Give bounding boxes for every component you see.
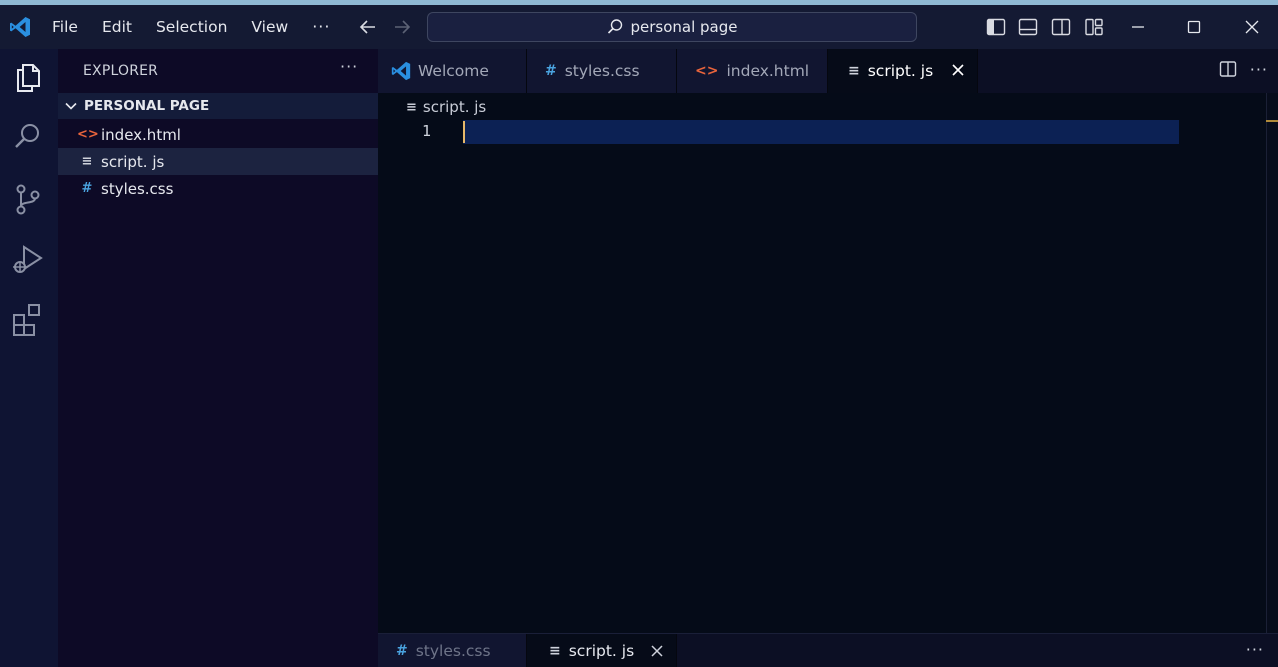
toggle-primary-sidebar-icon[interactable] xyxy=(984,15,1008,39)
file-label: index.html xyxy=(101,125,181,144)
command-center-search[interactable]: personal page xyxy=(427,12,917,42)
file-item-styles-css[interactable]: # styles.css xyxy=(58,175,378,202)
menu-more-button[interactable]: ··· xyxy=(300,5,342,49)
explorer-more-button[interactable]: ··· xyxy=(340,57,358,76)
folder-label: PERSONAL PAGE xyxy=(84,98,210,114)
customize-layout-icon[interactable] xyxy=(1082,15,1106,39)
tab-label: styles.css xyxy=(415,642,491,660)
explorer-icon[interactable] xyxy=(10,59,46,95)
tab-label: styles.css xyxy=(564,62,640,80)
maximize-icon[interactable] xyxy=(1182,15,1206,39)
text-file-icon: ≡ xyxy=(848,63,860,79)
current-line-highlight xyxy=(463,120,1179,144)
editor-actions: ··· xyxy=(1218,59,1268,79)
breadcrumb: ≡ script. js xyxy=(406,98,486,116)
search-icon xyxy=(608,19,623,34)
menu-file[interactable]: File xyxy=(40,5,90,49)
forward-arrow-icon[interactable] xyxy=(390,15,414,39)
line-number: 1 xyxy=(422,122,432,140)
back-arrow-icon[interactable] xyxy=(356,15,380,39)
extensions-icon[interactable] xyxy=(10,301,46,337)
scrollbar[interactable] xyxy=(1266,93,1278,633)
file-label: script. js xyxy=(101,152,165,171)
text-file-icon: ≡ xyxy=(81,154,93,169)
html-file-icon: <> xyxy=(77,127,99,142)
breadcrumb-file[interactable]: script. js xyxy=(423,98,486,116)
toggle-secondary-sidebar-icon[interactable] xyxy=(1049,15,1073,39)
tab-index-html[interactable]: <> index.html xyxy=(677,49,828,93)
tab-label: script. js xyxy=(867,62,934,80)
menu-selection[interactable]: Selection xyxy=(144,5,239,49)
css-file-icon: # xyxy=(81,181,93,196)
file-item-index-html[interactable]: <> index.html xyxy=(58,121,378,148)
text-cursor xyxy=(463,121,465,143)
tab-label: script. js xyxy=(568,642,635,660)
split-editor-icon[interactable] xyxy=(1218,59,1238,79)
explorer-title: EXPLORER xyxy=(83,63,159,79)
toggle-panel-icon[interactable] xyxy=(1016,15,1040,39)
run-debug-icon[interactable] xyxy=(10,241,46,277)
chevron-down-icon xyxy=(65,102,77,110)
vscode-logo-icon xyxy=(391,61,411,81)
tab-label: index.html xyxy=(726,62,810,80)
editor-tab-bar: Welcome # styles.css <> index.html ≡ scr… xyxy=(378,49,1278,93)
minimize-icon[interactable] xyxy=(1126,15,1150,39)
css-file-icon: # xyxy=(545,63,557,79)
tab-script-js-bottom[interactable]: ≡ script. js xyxy=(527,634,677,667)
bottom-editor-group-tabs: # styles.css ≡ script. js ··· xyxy=(378,633,1278,667)
editor-more-button[interactable]: ··· xyxy=(1250,60,1268,79)
vscode-logo-icon xyxy=(10,17,30,37)
tab-styles-css-bottom[interactable]: # styles.css xyxy=(378,634,527,667)
tab-label: Welcome xyxy=(418,62,489,80)
close-icon[interactable] xyxy=(648,642,666,660)
file-label: styles.css xyxy=(101,179,174,198)
menu-edit[interactable]: Edit xyxy=(90,5,144,49)
close-icon[interactable] xyxy=(949,61,967,79)
scrollbar-cursor-marker xyxy=(1266,120,1278,122)
search-text: personal page xyxy=(630,18,738,36)
text-file-icon: ≡ xyxy=(406,99,417,115)
menu-bar: File Edit Selection View ··· xyxy=(40,5,342,49)
html-file-icon: <> xyxy=(695,63,719,79)
bottom-more-button[interactable]: ··· xyxy=(1246,640,1264,659)
folder-personal-page[interactable]: PERSONAL PAGE xyxy=(58,93,378,119)
tab-styles-css[interactable]: # styles.css xyxy=(527,49,677,93)
search-icon[interactable] xyxy=(10,119,46,155)
title-bar: File Edit Selection View ··· personal pa… xyxy=(0,5,1278,49)
menu-view[interactable]: View xyxy=(239,5,300,49)
css-file-icon: # xyxy=(396,643,408,659)
text-file-icon: ≡ xyxy=(549,643,561,659)
activity-bar xyxy=(0,49,58,667)
source-control-icon[interactable] xyxy=(10,181,46,217)
tab-script-js[interactable]: ≡ script. js xyxy=(828,49,978,93)
file-item-script-js[interactable]: ≡ script. js xyxy=(58,148,378,175)
explorer-sidebar: EXPLORER ··· PERSONAL PAGE <> index.html… xyxy=(58,49,378,667)
code-editor[interactable]: ≡ script. js 1 xyxy=(378,93,1266,633)
tab-welcome[interactable]: Welcome xyxy=(378,49,527,93)
close-window-icon[interactable] xyxy=(1240,15,1264,39)
